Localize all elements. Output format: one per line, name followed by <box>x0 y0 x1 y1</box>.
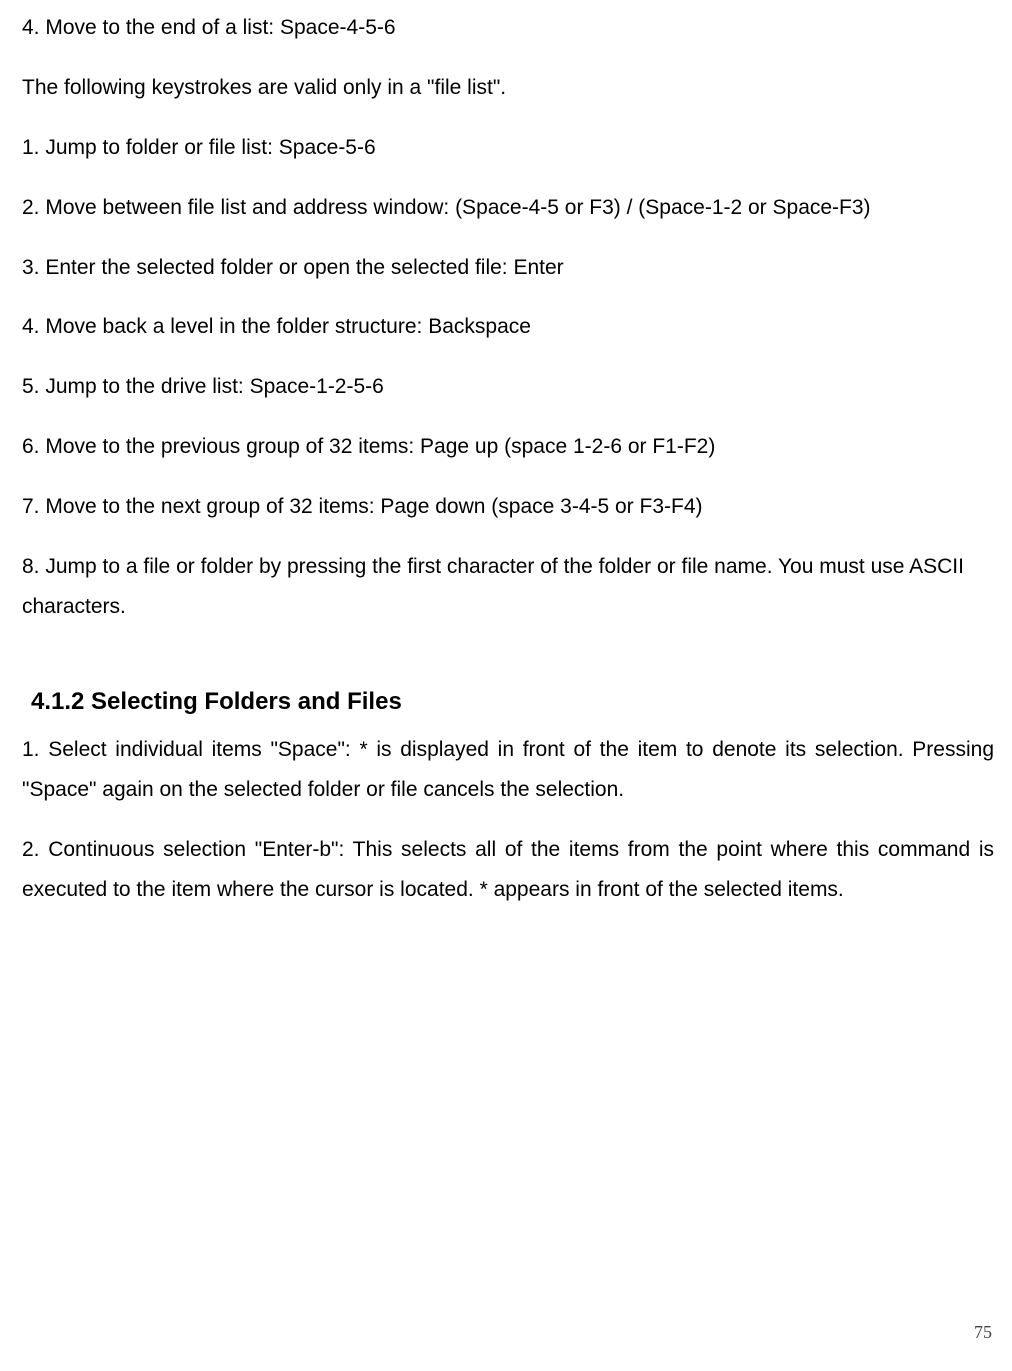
body-text: 7. Move to the next group of 32 items: P… <box>22 487 994 527</box>
section-heading: 4.1.2 Selecting Folders and Files <box>22 679 994 725</box>
body-text: 2. Continuous selection "Enter-b": This … <box>22 830 994 910</box>
body-text: 2. Move between file list and address wi… <box>22 188 994 228</box>
body-text: 8. Jump to a file or folder by pressing … <box>22 547 994 627</box>
body-text: 5. Jump to the drive list: Space-1-2-5-6 <box>22 367 994 407</box>
body-text: 1. Select individual items "Space": * is… <box>22 730 994 810</box>
page-number: 75 <box>974 1315 992 1349</box>
body-text: 1. Jump to folder or file list: Space-5-… <box>22 128 994 168</box>
body-text: 3. Enter the selected folder or open the… <box>22 248 994 288</box>
body-text: 4. Move to the end of a list: Space-4-5-… <box>22 8 994 48</box>
body-text: 4. Move back a level in the folder struc… <box>22 307 994 347</box>
body-text: The following keystrokes are valid only … <box>22 68 994 108</box>
body-text: 6. Move to the previous group of 32 item… <box>22 427 994 467</box>
